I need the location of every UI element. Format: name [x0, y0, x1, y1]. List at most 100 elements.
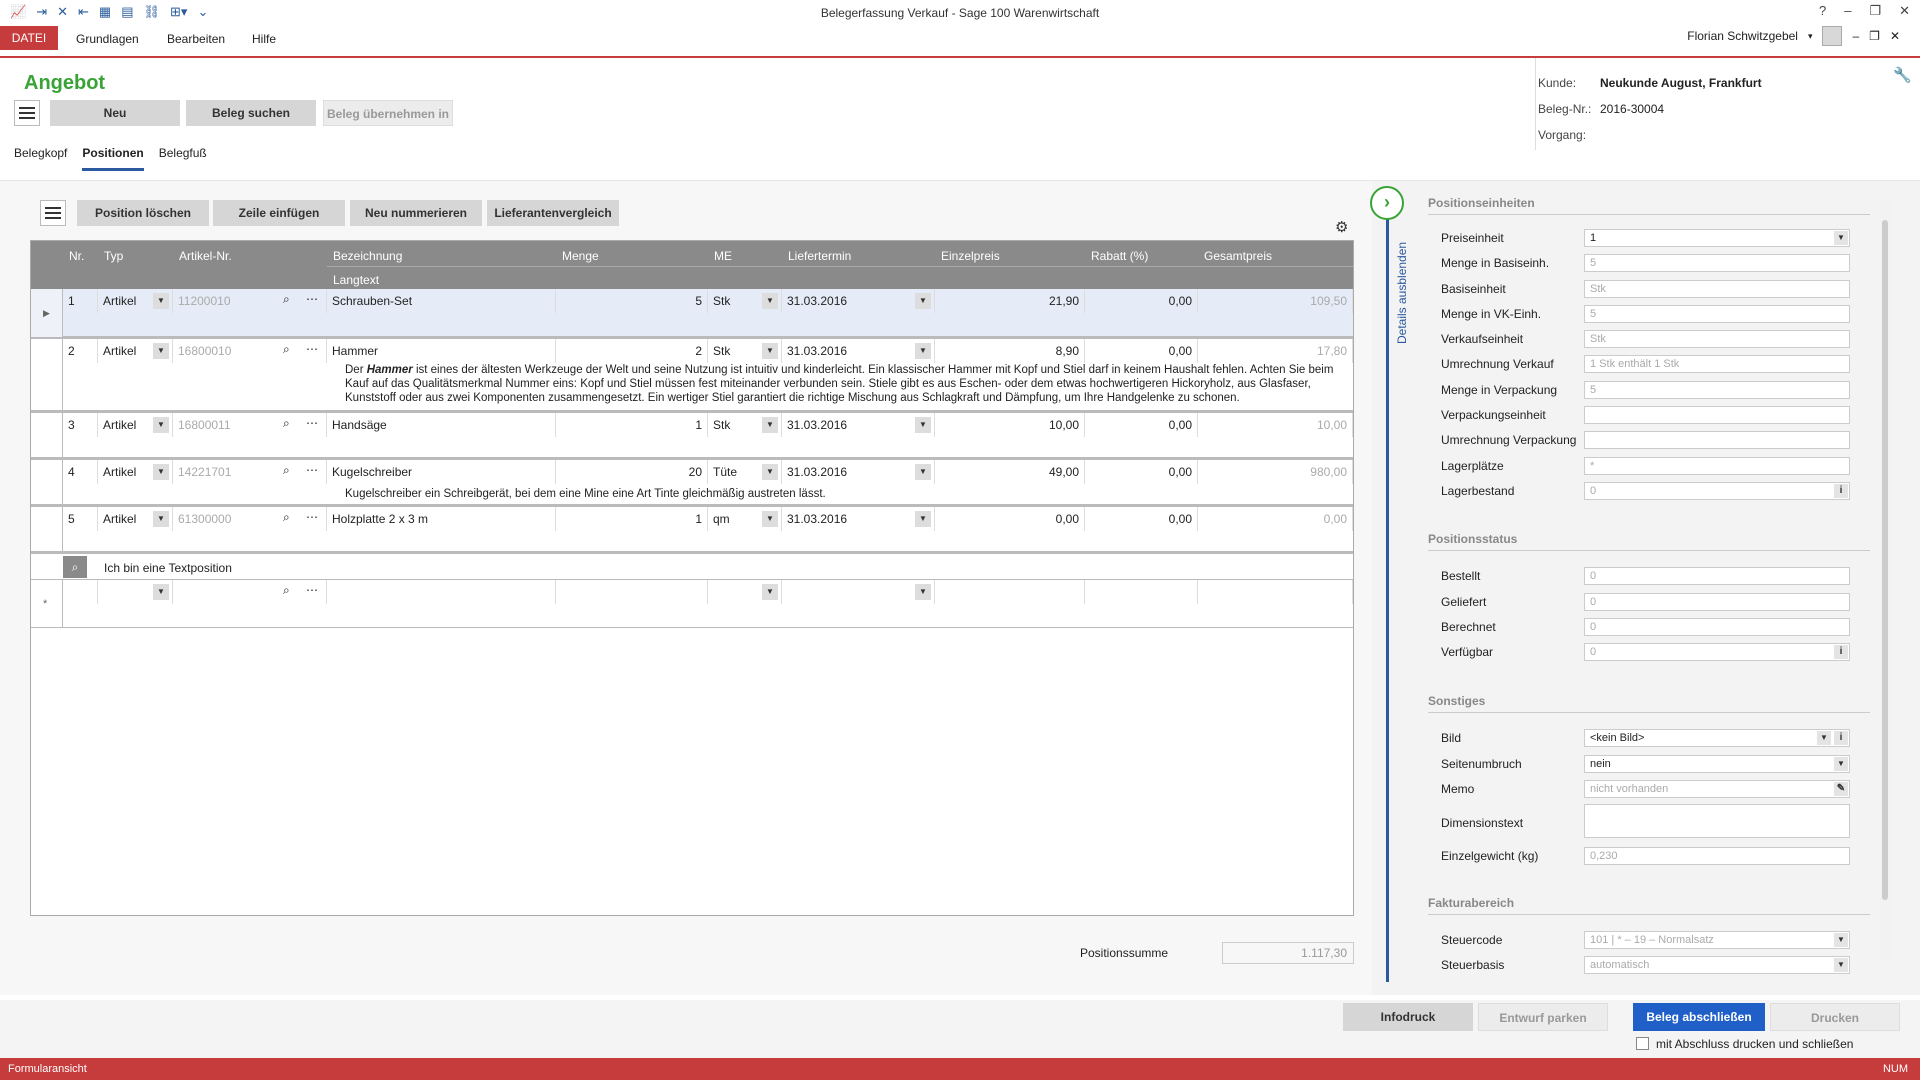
close-icon[interactable]: ✕ — [1890, 29, 1900, 43]
details-toggle[interactable]: Details ausblenden — [1395, 234, 1415, 344]
table-row[interactable]: 3 Artikel ▼ 16800011 ⌕ ⋯ Handsäge 1 Stk … — [31, 411, 1353, 460]
cell-bezeichnung[interactable]: Schrauben-Set — [327, 289, 556, 313]
info-icon[interactable]: i — [1834, 731, 1848, 745]
cell-artikelnr[interactable]: 61300000 — [173, 507, 327, 531]
chevron-down-icon[interactable]: ▼ — [1834, 933, 1848, 947]
chevron-down-icon[interactable]: ▾ — [1808, 31, 1813, 42]
umrechnung-verpackung-field[interactable] — [1584, 431, 1850, 449]
cell-menge[interactable]: 1 — [556, 507, 708, 531]
col-menge[interactable]: Menge — [562, 249, 599, 263]
tab-belegkopf[interactable]: Belegkopf — [14, 146, 67, 171]
edit-icon[interactable]: ✎ — [1834, 782, 1848, 796]
cell-bezeichnung[interactable]: Kugelschreiber — [327, 460, 556, 484]
search-icon[interactable]: ⌕ — [283, 416, 290, 431]
table-row[interactable]: ▶ 1 Artikel ▼ 11200010 ⌕ ⋯ Schrauben-Set… — [31, 289, 1353, 337]
chevron-down-icon[interactable]: ▼ — [915, 343, 931, 359]
cell-einzelpreis[interactable]: 0,00 — [935, 507, 1085, 531]
row-indicator[interactable] — [31, 507, 63, 554]
cell-menge[interactable]: 5 — [556, 289, 708, 313]
verfuegbar-field[interactable]: 0i — [1584, 643, 1850, 661]
infodruck-button[interactable]: Infodruck — [1343, 1003, 1473, 1031]
cell-liefertermin[interactable]: 31.03.2016 — [782, 460, 935, 484]
cell-nr[interactable] — [63, 580, 98, 604]
col-einzelpreis[interactable]: Einzelpreis — [941, 249, 1000, 263]
cell-artikelnr[interactable] — [173, 580, 327, 604]
einzelgewicht-field[interactable]: 0,230 — [1584, 847, 1850, 865]
menu-grundlagen[interactable]: Grundlagen — [76, 32, 139, 46]
cell-artikelnr[interactable]: 16800011 — [173, 413, 327, 437]
chevron-down-icon[interactable]: ▼ — [153, 511, 169, 527]
chevron-down-icon[interactable]: ▼ — [1834, 757, 1848, 771]
chevron-down-icon[interactable]: ▼ — [915, 584, 931, 600]
print-close-checkbox[interactable] — [1636, 1037, 1649, 1050]
help-icon[interactable]: ? — [1819, 3, 1826, 19]
cell-nr[interactable]: 4 — [63, 460, 98, 484]
menge-vk-field[interactable]: 5 — [1584, 305, 1850, 323]
more-icon[interactable]: ⋯ — [306, 342, 318, 356]
steuercode-select[interactable]: 101 | * – 19 – Normalsatz ▼ — [1584, 931, 1850, 949]
cell-rabatt[interactable]: 0,00 — [1085, 289, 1198, 313]
chevron-down-icon[interactable]: ▼ — [762, 584, 778, 600]
search-document-button[interactable]: Beleg suchen — [186, 100, 316, 126]
cell-einzelpreis[interactable]: 10,00 — [935, 413, 1085, 437]
berechnet-field[interactable]: 0 — [1584, 618, 1850, 636]
bild-select[interactable]: <kein Bild> i ▼ — [1584, 729, 1850, 747]
details-scrollbar[interactable] — [1880, 200, 1890, 960]
chevron-down-icon[interactable]: ▼ — [762, 511, 778, 527]
cell-einzelpreis[interactable]: 21,90 — [935, 289, 1085, 313]
user-name[interactable]: Florian Schwitzgebel — [1687, 29, 1798, 43]
chevron-down-icon[interactable]: ▼ — [153, 584, 169, 600]
restore-icon[interactable]: ❐ — [1869, 29, 1880, 43]
tab-belegfuss[interactable]: Belegfuß — [159, 146, 207, 171]
renumber-button[interactable]: Neu nummerieren — [350, 200, 482, 226]
close-icon[interactable]: ✕ — [1899, 3, 1910, 19]
cell-gesamtpreis[interactable]: 17,80 — [1198, 339, 1353, 363]
col-rabatt[interactable]: Rabatt (%) — [1091, 249, 1148, 263]
bestellt-field[interactable]: 0 — [1584, 567, 1850, 585]
table-row[interactable]: 2 Artikel ▼ 16800010 ⌕ ⋯ Hammer 2 Stk ▼ … — [31, 337, 1353, 413]
col-typ[interactable]: Typ — [104, 249, 123, 263]
chevron-down-icon[interactable]: ▼ — [762, 464, 778, 480]
cell-einzelpreis[interactable] — [935, 580, 1085, 604]
cell-menge[interactable] — [556, 580, 708, 604]
cell-artikelnr[interactable]: 11200010 — [173, 289, 327, 313]
more-icon[interactable]: ⋯ — [306, 510, 318, 524]
text-position[interactable]: Ich bin eine Textposition — [104, 554, 232, 582]
info-icon[interactable]: i — [1834, 645, 1848, 659]
verpackungseinheit-field[interactable] — [1584, 406, 1850, 424]
cell-gesamtpreis[interactable]: 10,00 — [1198, 413, 1353, 437]
row-indicator[interactable]: * — [31, 580, 63, 628]
col-artikelnr[interactable]: Artikel-Nr. — [179, 249, 232, 263]
scrollbar-thumb[interactable] — [1882, 220, 1888, 900]
close-document-button[interactable]: Beleg abschließen — [1633, 1003, 1765, 1031]
cell-bezeichnung[interactable]: Holzplatte 2 x 3 m — [327, 507, 556, 531]
cell-liefertermin[interactable]: 31.03.2016 — [782, 339, 935, 363]
cell-nr[interactable]: 2 — [63, 339, 98, 363]
cell-langtext[interactable]: Kugelschreiber ein Schreibgerät, bei dem… — [345, 487, 1345, 501]
col-nr[interactable]: Nr. — [69, 249, 84, 263]
cell-gesamtpreis[interactable]: 0,00 — [1198, 507, 1353, 531]
search-icon[interactable]: ⌕ — [283, 510, 290, 525]
memo-field[interactable]: nicht vorhanden ✎ — [1584, 780, 1850, 798]
cell-liefertermin[interactable]: 31.03.2016 — [782, 507, 935, 531]
cell-rabatt[interactable]: 0,00 — [1085, 507, 1198, 531]
chevron-down-icon[interactable]: ▼ — [915, 464, 931, 480]
cell-menge[interactable]: 1 — [556, 413, 708, 437]
cell-einzelpreis[interactable]: 8,90 — [935, 339, 1085, 363]
chevron-down-icon[interactable]: ▼ — [1817, 731, 1831, 745]
cell-menge[interactable]: 20 — [556, 460, 708, 484]
chevron-down-icon[interactable]: ▼ — [915, 511, 931, 527]
cell-bezeichnung[interactable]: Hammer — [327, 339, 556, 363]
table-row[interactable]: 5 Artikel ▼ 61300000 ⌕ ⋯ Holzplatte 2 x … — [31, 505, 1353, 554]
gear-icon[interactable]: ⚙ — [1335, 218, 1348, 236]
menu-datei[interactable]: DATEI — [0, 26, 58, 50]
more-icon[interactable]: ⋯ — [306, 583, 318, 597]
more-icon[interactable]: ⋯ — [306, 463, 318, 477]
cell-rabatt[interactable]: 0,00 — [1085, 460, 1198, 484]
supplier-compare-button[interactable]: Lieferantenvergleich — [487, 200, 619, 226]
search-icon[interactable]: ⌕ — [283, 342, 290, 357]
col-me[interactable]: ME — [714, 249, 732, 263]
chevron-down-icon[interactable]: ▼ — [153, 293, 169, 309]
chevron-down-icon[interactable]: ▼ — [153, 464, 169, 480]
seitenumbruch-select[interactable]: nein ▼ — [1584, 755, 1850, 773]
